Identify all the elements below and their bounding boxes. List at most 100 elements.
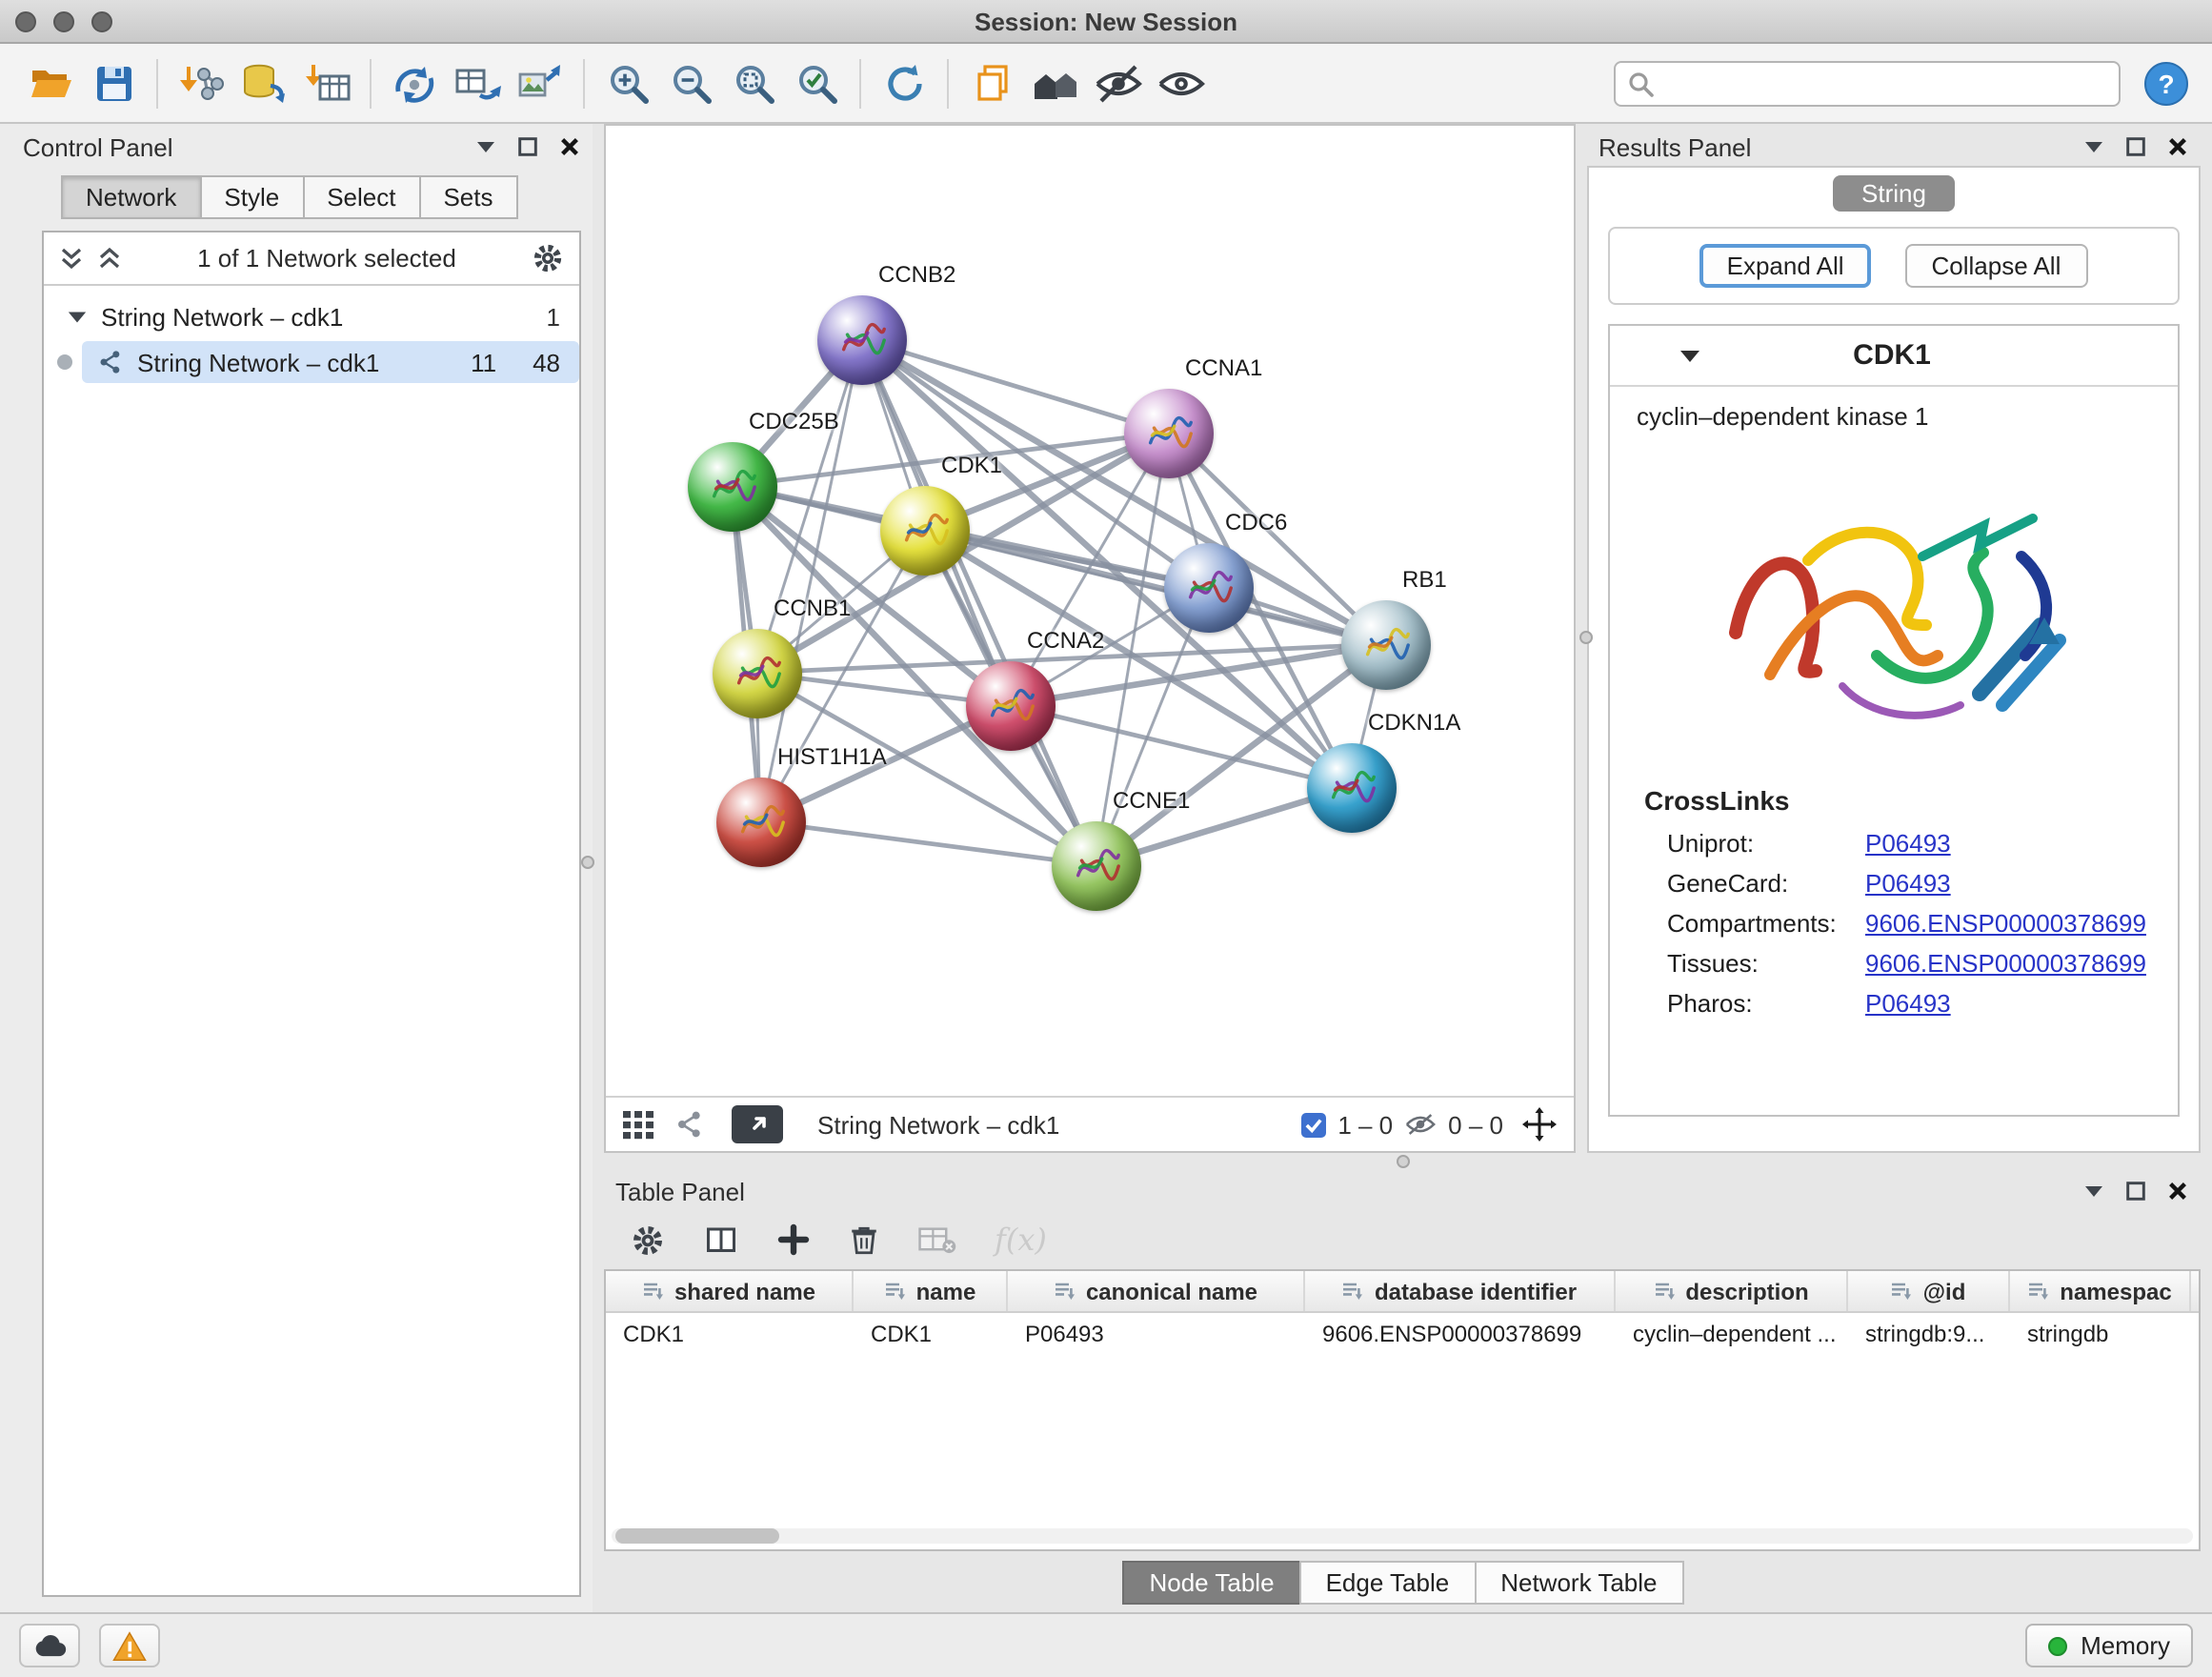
- table-cell[interactable]: P06493: [1008, 1320, 1305, 1346]
- crosslink-value[interactable]: 9606.ENSP00000378699: [1865, 949, 2146, 978]
- network-node[interactable]: [715, 777, 805, 866]
- crosslink-value[interactable]: P06493: [1865, 989, 1951, 1018]
- search-input[interactable]: [1661, 67, 2107, 99]
- tab-style[interactable]: Style: [199, 175, 304, 219]
- panel-float-icon[interactable]: [514, 134, 539, 159]
- detach-view-button[interactable]: [732, 1105, 783, 1143]
- tab-network[interactable]: Network: [61, 175, 201, 219]
- expand-all-button[interactable]: Expand All: [1700, 244, 1871, 288]
- export-image-button[interactable]: [509, 52, 572, 113]
- network-node[interactable]: [965, 660, 1055, 750]
- column-header-name[interactable]: name: [854, 1271, 1008, 1311]
- selected-checkbox[interactable]: [1301, 1112, 1326, 1137]
- panel-menu-icon[interactable]: [2081, 134, 2105, 159]
- open-session-button[interactable]: [19, 52, 82, 113]
- home-layout-button[interactable]: [1023, 52, 1086, 113]
- panel-close-icon[interactable]: [2164, 134, 2189, 159]
- table-row[interactable]: CDK1CDK1P064939606.ENSP00000378699cyclin…: [606, 1313, 2199, 1353]
- delete-column-button[interactable]: [848, 1222, 880, 1257]
- gear-icon[interactable]: [532, 242, 564, 274]
- memory-button[interactable]: Memory: [2025, 1624, 2193, 1667]
- show-columns-button[interactable]: [703, 1222, 739, 1257]
- column-header--id[interactable]: @id: [1848, 1271, 2010, 1311]
- panel-menu-icon[interactable]: [473, 134, 497, 159]
- panel-float-icon[interactable]: [2122, 1179, 2147, 1203]
- network-edge[interactable]: [760, 821, 1096, 865]
- table-cell[interactable]: CDK1: [606, 1320, 854, 1346]
- disclosure-triangle-icon[interactable]: [67, 306, 88, 327]
- table-cell[interactable]: CDK1: [854, 1320, 1008, 1346]
- network-node[interactable]: [712, 628, 801, 717]
- horizontal-scrollbar[interactable]: [612, 1528, 2193, 1544]
- refresh-view-button[interactable]: [873, 52, 935, 113]
- delete-table-button[interactable]: [918, 1224, 956, 1255]
- selected-network-strip[interactable]: String Network – cdk1 11 48: [82, 341, 579, 383]
- cloud-button[interactable]: [19, 1624, 80, 1667]
- show-all-button[interactable]: [1149, 52, 1212, 113]
- collapse-section-icon[interactable]: [1679, 344, 1701, 367]
- network-canvas[interactable]: CCNB2CCNA1CDC25BCDK1CDC6RB1CCNB1CCNA2CDK…: [606, 126, 1574, 1098]
- scrollbar-thumb[interactable]: [615, 1528, 779, 1544]
- network-node[interactable]: [687, 441, 776, 531]
- tab-sets[interactable]: Sets: [418, 175, 517, 219]
- tab-select[interactable]: Select: [302, 175, 420, 219]
- crosslink-value[interactable]: P06493: [1865, 869, 1951, 898]
- crosslink-value[interactable]: 9606.ENSP00000378699: [1865, 909, 2146, 938]
- network-node[interactable]: [1340, 599, 1430, 689]
- gene-section-header[interactable]: CDK1: [1610, 326, 2178, 387]
- network-node[interactable]: [1123, 388, 1213, 477]
- network-node[interactable]: [816, 294, 906, 384]
- left-splitter-handle[interactable]: [581, 856, 594, 869]
- tab-node-table[interactable]: Node Table: [1122, 1561, 1300, 1605]
- column-header-description[interactable]: description: [1616, 1271, 1848, 1311]
- table-cell[interactable]: stringdb: [2010, 1320, 2191, 1346]
- import-network-database-button[interactable]: [232, 52, 295, 113]
- import-table-file-button[interactable]: [295, 52, 358, 113]
- table-settings-button[interactable]: [631, 1222, 665, 1257]
- collapse-tree-icon[interactable]: [97, 246, 122, 271]
- crosslink-value[interactable]: P06493: [1865, 829, 1951, 858]
- hide-selected-button[interactable]: [1086, 52, 1149, 113]
- warning-button[interactable]: [99, 1624, 160, 1667]
- expand-tree-icon[interactable]: [59, 246, 84, 271]
- network-collection-row[interactable]: String Network – cdk1 1: [44, 293, 579, 339]
- table-cell[interactable]: cyclin–dependent ...: [1616, 1320, 1848, 1346]
- column-header-shared-name[interactable]: shared name: [606, 1271, 854, 1311]
- network-node[interactable]: [1306, 742, 1396, 832]
- new-network-table-button[interactable]: [446, 52, 509, 113]
- function-builder-button[interactable]: f(x): [995, 1222, 1047, 1258]
- birds-eye-view-button[interactable]: [623, 1110, 655, 1139]
- panel-close-icon[interactable]: [556, 134, 581, 159]
- horizontal-splitter[interactable]: [604, 1153, 2201, 1168]
- help-button[interactable]: ?: [2140, 56, 2193, 110]
- right-splitter-handle[interactable]: [1579, 631, 1593, 644]
- pan-mode-button[interactable]: [1522, 1107, 1557, 1142]
- zoom-fit-button[interactable]: [722, 52, 785, 113]
- panel-float-icon[interactable]: [2122, 134, 2147, 159]
- collapse-all-button[interactable]: Collapse All: [1905, 244, 2088, 288]
- share-network-button[interactable]: [674, 1109, 705, 1140]
- table-cell[interactable]: stringdb:9...: [1848, 1320, 2010, 1346]
- save-session-button[interactable]: [82, 52, 145, 113]
- network-edge[interactable]: [861, 339, 1096, 865]
- panel-menu-icon[interactable]: [2081, 1179, 2105, 1203]
- zoom-out-button[interactable]: [659, 52, 722, 113]
- create-column-button[interactable]: [777, 1223, 810, 1256]
- zoom-selected-button[interactable]: [785, 52, 848, 113]
- tab-edge-table[interactable]: Edge Table: [1299, 1561, 1477, 1605]
- column-header-namespac[interactable]: namespac: [2010, 1271, 2191, 1311]
- network-node[interactable]: [879, 485, 969, 575]
- network-row[interactable]: String Network – cdk1 11 48: [44, 339, 579, 385]
- zoom-in-button[interactable]: [596, 52, 659, 113]
- network-node[interactable]: [1163, 542, 1253, 632]
- network-node[interactable]: [1051, 820, 1140, 910]
- copy-button[interactable]: [960, 52, 1023, 113]
- column-header-database-identifier[interactable]: database identifier: [1305, 1271, 1616, 1311]
- import-network-file-button[interactable]: [170, 52, 232, 113]
- tab-string[interactable]: String: [1833, 175, 1955, 212]
- table-cell[interactable]: 9606.ENSP00000378699: [1305, 1320, 1616, 1346]
- network-view[interactable]: CCNB2CCNA1CDC25BCDK1CDC6RB1CCNB1CCNA2CDK…: [604, 124, 1576, 1153]
- network-edge[interactable]: [861, 339, 1168, 433]
- network-from-selection-button[interactable]: [383, 52, 446, 113]
- panel-close-icon[interactable]: [2164, 1179, 2189, 1203]
